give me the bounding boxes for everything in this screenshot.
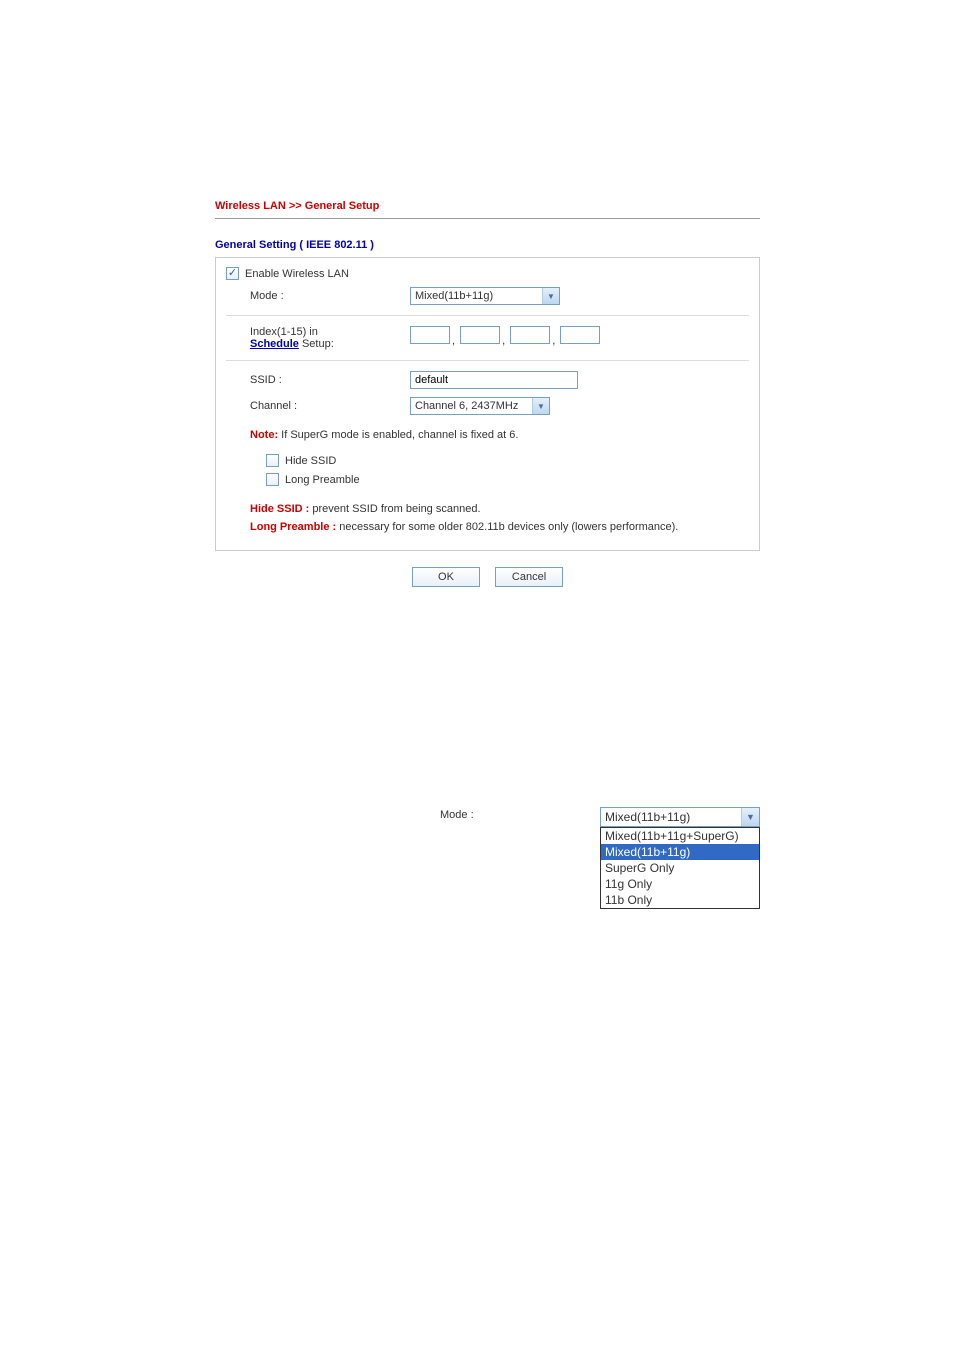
mode-select-fig2-value: Mixed(11b+11g) xyxy=(605,810,690,824)
section-title: General Setting ( IEEE 802.11 ) xyxy=(215,239,760,251)
mode-select[interactable]: Mixed(11b+11g) ▼ xyxy=(410,287,560,305)
mode-option-4[interactable]: 11b Only xyxy=(601,892,759,908)
schedule-index-1[interactable] xyxy=(410,326,450,344)
hide-ssid-label: Hide SSID xyxy=(285,455,336,467)
ssid-input[interactable] xyxy=(410,371,578,389)
schedule-label: Index(1-15) in Schedule Setup: xyxy=(226,326,410,350)
mode-select-fig2[interactable]: Mixed(11b+11g) ▼ xyxy=(600,807,760,827)
mode-option-0[interactable]: Mixed(11b+11g+SuperG) xyxy=(601,828,759,844)
long-preamble-checkbox[interactable] xyxy=(266,473,279,486)
channel-select-value: Channel 6, 2437MHz xyxy=(415,400,518,412)
note-text: Note: If SuperG mode is enabled, channel… xyxy=(226,419,749,451)
description-block: Hide SSID : prevent SSID from being scan… xyxy=(226,489,749,536)
schedule-link[interactable]: Schedule xyxy=(250,338,299,350)
mode-dropdown-list: Mixed(11b+11g+SuperG) Mixed(11b+11g) Sup… xyxy=(600,827,760,909)
chevron-down-icon: ▼ xyxy=(542,288,559,304)
mode-dropdown-figure: Mode : Mixed(11b+11g) ▼ Mixed(11b+11g+Su… xyxy=(440,807,890,909)
schedule-index-2[interactable] xyxy=(460,326,500,344)
enable-wireless-label: Enable Wireless LAN xyxy=(245,268,349,280)
cancel-button[interactable]: Cancel xyxy=(495,567,563,587)
ok-button[interactable]: OK xyxy=(412,567,480,587)
schedule-index-3[interactable] xyxy=(510,326,550,344)
ssid-label: SSID : xyxy=(226,374,410,386)
mode-label: Mode : xyxy=(226,290,410,302)
schedule-index-4[interactable] xyxy=(560,326,600,344)
breadcrumb: Wireless LAN >> General Setup xyxy=(215,200,760,219)
mode-option-1[interactable]: Mixed(11b+11g) xyxy=(601,844,759,860)
hide-ssid-checkbox[interactable] xyxy=(266,454,279,467)
channel-select[interactable]: Channel 6, 2437MHz ▼ xyxy=(410,397,550,415)
mode-label-fig2: Mode : xyxy=(440,807,600,821)
chevron-down-icon: ▼ xyxy=(532,398,549,414)
mode-select-value: Mixed(11b+11g) xyxy=(415,290,493,302)
schedule-inputs: , , , xyxy=(410,326,749,347)
enable-wireless-checkbox[interactable] xyxy=(226,267,239,280)
settings-panel: Enable Wireless LAN Mode : Mixed(11b+11g… xyxy=(215,257,760,551)
long-preamble-label: Long Preamble xyxy=(285,474,360,486)
channel-label: Channel : xyxy=(226,400,410,412)
mode-option-2[interactable]: SuperG Only xyxy=(601,860,759,876)
chevron-down-icon: ▼ xyxy=(741,808,759,826)
mode-option-3[interactable]: 11g Only xyxy=(601,876,759,892)
